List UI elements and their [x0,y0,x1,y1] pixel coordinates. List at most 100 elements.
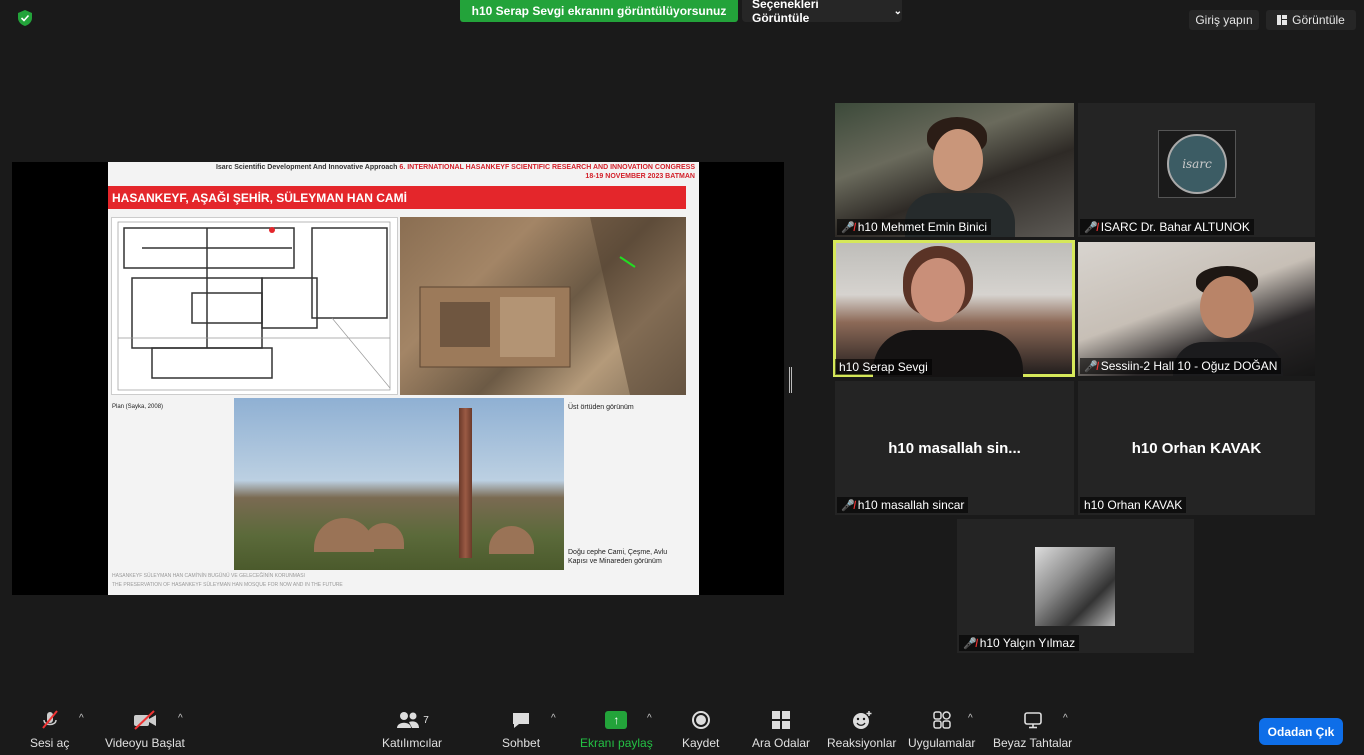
chat-button[interactable]: Sohbet [502,708,540,750]
share-screen-button[interactable]: ↑ Ekranı paylaş [580,708,653,750]
view-options-label: Seçenekleri Görüntüle [752,0,819,25]
reactions-button[interactable]: Reaksiyonlar [827,708,896,750]
slide-header: Isarc Scientific Development And Innovat… [108,164,699,171]
slide-footer-tr: HASANKEYF SÜLEYMAN HAN CAMİ'NİN BUGÜNÜ V… [112,573,305,579]
participant-tile[interactable]: 🎤̸ Sessiin-2 Hall 10 - Oğuz DOĞAN [1078,242,1315,376]
participant-name: ISARC Dr. Bahar ALTUNOK [1100,220,1250,234]
participant-tile[interactable]: 🎤̸ h10 Mehmet Emin Binici [835,103,1074,237]
muted-mic-icon: 🎤̸ [841,499,855,512]
breakout-rooms-button[interactable]: Ara Odalar [752,708,810,750]
record-label: Kaydet [682,736,720,750]
security-shield-icon[interactable] [18,10,32,26]
participant-name-tag: 🎤̸ ISARC Dr. Bahar ALTUNOK [1080,219,1254,235]
breakout-rooms-icon [771,708,791,732]
apps-button[interactable]: Uygulamalar [908,708,975,750]
participant-display-name: h10 Orhan KAVAK [1131,439,1262,457]
smiley-icon [851,708,873,732]
unmute-button[interactable]: Sesi aç [30,708,69,750]
top-view-caption: Üst örtüden görünüm [568,404,634,411]
screen-share-banner: h10 Serap Sevgi ekranını görüntülüyorsun… [460,0,738,22]
east-facade-caption: Doğu cephe Cami, Çeşme, Avlu Kapısı ve M… [568,549,668,565]
muted-mic-icon [39,708,61,732]
participant-name-tag: 🎤̸ h10 Yalçın Yılmaz [959,635,1080,651]
slide-title: HASANKEYF, AŞAĞI ŞEHİR, SÜLEYMAN HAN CAM… [108,186,686,209]
participant-name-tag: h10 Serap Sevgi [835,359,932,375]
layout-grid-icon [1277,15,1288,25]
apps-label: Uygulamalar [908,736,976,750]
meeting-toolbar: Sesi aç ^ Videoyu Başlat ^ 7 Katılımcıla… [0,700,1364,755]
whiteboards-button[interactable]: Beyaz Tahtalar [993,708,1072,750]
view-layout-label: Görüntüle [1292,13,1345,27]
chevron-down-icon: ⌄ [893,5,902,17]
whiteboard-options-caret-icon[interactable]: ^ [1063,713,1068,724]
participant-name: h10 Serap Sevgi [839,360,928,374]
participant-name: h10 Yalçın Yılmaz [979,636,1076,650]
unmute-label: Sesi aç [30,736,70,750]
isarc-logo-text: isarc [1167,134,1227,194]
breakout-rooms-label: Ara Odalar [752,736,811,750]
participants-icon: 7 [395,708,429,732]
share-screen-label: Ekranı paylaş [580,736,653,750]
share-screen-icon: ↑ [605,708,628,732]
participant-display-name: h10 masallah sin... [888,439,1021,457]
mosque-plan-image [111,217,398,395]
start-video-button[interactable]: Videoyu Başlat [105,708,185,750]
participant-tile[interactable]: 🎤̸ h10 Yalçın Yılmaz [957,519,1194,653]
participant-tile[interactable]: isarc 🎤̸ ISARC Dr. Bahar ALTUNOK [1078,103,1315,237]
signin-button[interactable]: Giriş yapın [1189,10,1259,30]
slide-footer-en: THE PRESERVATION OF HASANKEYF SÜLEYMAN H… [112,582,343,588]
chat-options-caret-icon[interactable]: ^ [551,713,556,724]
isarc-logo: isarc [1158,130,1236,198]
whiteboard-icon [1022,708,1044,732]
share-banner-text: h10 Serap Sevgi ekranını görüntülüyorsun… [471,4,727,18]
chat-label: Sohbet [502,736,541,750]
participant-name: h10 masallah sincar [857,498,965,512]
participant-name-tag: h10 Orhan KAVAK [1080,497,1187,513]
participants-button[interactable]: 7 Katılımcılar [382,708,442,750]
reactions-label: Reaksiyonlar [827,736,897,750]
aerial-view-photo [400,217,686,395]
leave-meeting-label: Odadan Çık [1267,724,1335,739]
record-button[interactable]: Kaydet [682,708,719,750]
participant-name: Sessiin-2 Hall 10 - Oğuz DOĞAN [1100,359,1278,373]
resize-handle[interactable] [789,367,792,393]
slide-header-congress: 6. INTERNATIONAL HASANKEYF SCIENTIFIC RE… [399,164,695,171]
chat-icon [510,708,532,732]
apps-icon [932,708,952,732]
participant-name-tag: 🎤̸ h10 masallah sincar [837,497,969,513]
audio-options-caret-icon[interactable]: ^ [79,713,84,724]
participant-name-tag: 🎤̸ Sessiin-2 Hall 10 - Oğuz DOĞAN [1080,358,1282,374]
zoom-meeting-window: h10 Serap Sevgi ekranını görüntülüyorsun… [0,0,1364,755]
participants-label: Katılımcılar [382,736,443,750]
video-options-caret-icon[interactable]: ^ [178,713,183,724]
presentation-slide: Isarc Scientific Development And Innovat… [108,162,699,595]
leave-meeting-button[interactable]: Odadan Çık [1259,718,1343,745]
apps-options-caret-icon[interactable]: ^ [968,713,973,724]
participants-count: 7 [423,714,429,726]
share-options-caret-icon[interactable]: ^ [647,713,652,724]
participant-tile[interactable]: h10 masallah sin... 🎤̸ h10 masallah sinc… [835,381,1074,515]
record-icon [691,708,711,732]
participant-tile-active-speaker[interactable]: h10 Serap Sevgi [833,240,1075,377]
view-options-button[interactable]: Seçenekleri Görüntüle ⌄ [742,0,902,25]
mosque-photo [234,398,564,570]
muted-mic-icon: 🎤̸ [841,221,855,234]
slide-title-text: HASANKEYF, AŞAĞI ŞEHİR, SÜLEYMAN HAN CAM… [112,190,407,205]
muted-mic-icon: 🎤̸ [963,637,977,650]
participant-tile[interactable]: h10 Orhan KAVAK h10 Orhan KAVAK [1078,381,1315,515]
video-off-icon [132,708,158,732]
muted-mic-icon: 🎤̸ [1084,221,1098,234]
start-video-label: Videoyu Başlat [105,736,185,750]
slide-header-org: Isarc Scientific Development And Innovat… [215,164,398,171]
participant-name-tag: 🎤̸ h10 Mehmet Emin Binici [837,219,992,235]
whiteboards-label: Beyaz Tahtalar [993,736,1073,750]
slide-header-date: 18-19 NOVEMBER 2023 BATMAN [585,173,695,180]
participant-profile-picture [1035,547,1115,626]
signin-label: Giriş yapın [1195,13,1253,27]
muted-mic-icon: 🎤̸ [1084,360,1098,373]
view-layout-button[interactable]: Görüntüle [1266,10,1356,30]
plan-caption: Plan (Sayka, 2008) [112,404,164,410]
participant-name: h10 Mehmet Emin Binici [857,220,988,234]
shared-screen[interactable]: Isarc Scientific Development And Innovat… [12,162,784,595]
participant-name: h10 Orhan KAVAK [1084,498,1183,512]
